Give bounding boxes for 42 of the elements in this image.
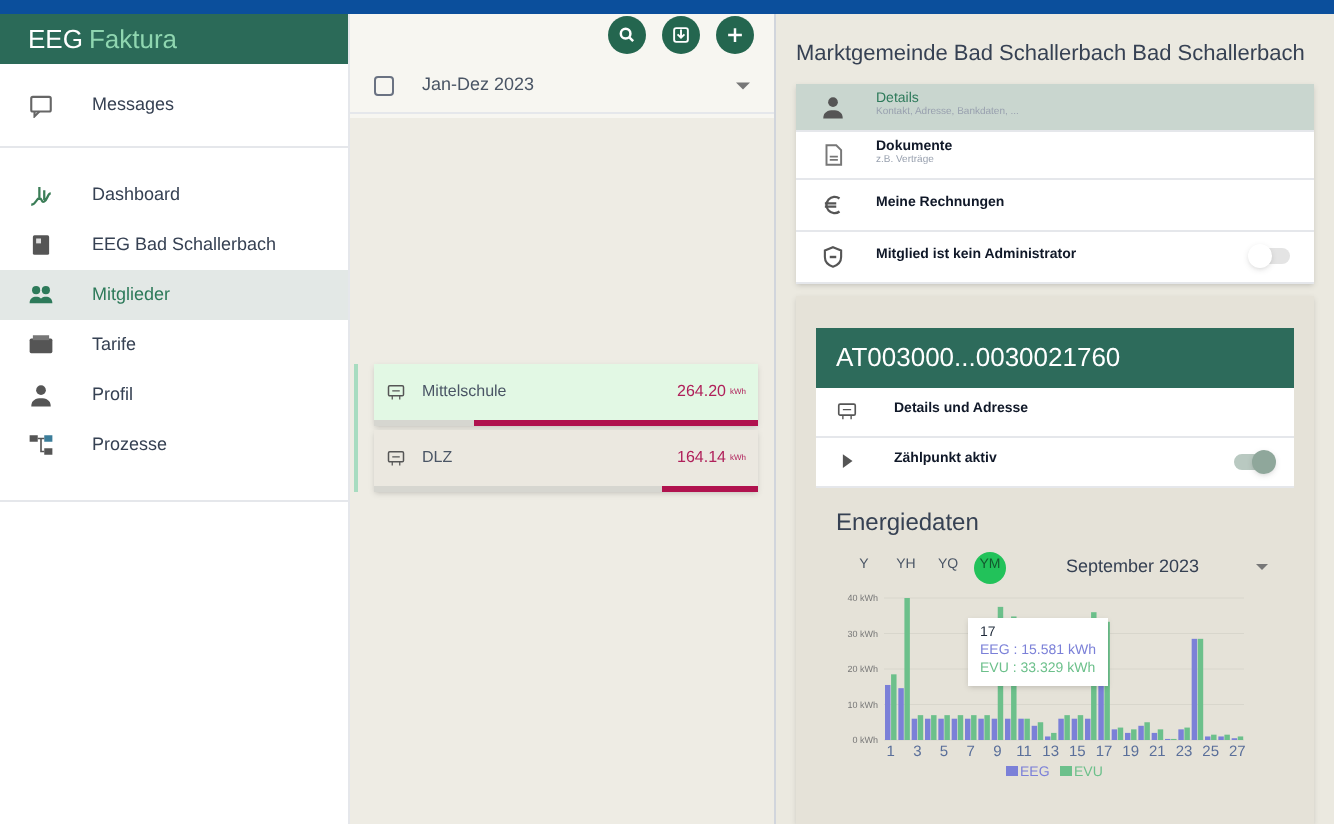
toggle-switch[interactable]: [1234, 453, 1274, 469]
search-icon: [616, 24, 638, 46]
meter-name: DLZ: [422, 446, 453, 470]
person-icon: [28, 382, 54, 408]
section-title: Energiedaten: [836, 505, 981, 539]
person-icon: [820, 93, 846, 119]
download-icon: [670, 24, 692, 46]
meter-point-title: AT003000...0030021760: [816, 327, 1294, 387]
wallet-icon: [28, 332, 54, 358]
euro-icon: [820, 191, 846, 217]
sidebar-item[interactable]: Mitglieder: [0, 270, 348, 320]
meter-value: 164.14: [677, 446, 726, 470]
app-title: EEG Faktura: [28, 21, 178, 58]
sidebar-item[interactable]: Prozesse: [0, 420, 348, 470]
building-icon: [28, 232, 54, 258]
people-icon: [28, 282, 54, 308]
flow-icon: [28, 432, 54, 458]
shield-icon: [820, 243, 846, 269]
period-label: Jan-Dez 2023: [422, 71, 535, 98]
toggle-switch[interactable]: [1250, 248, 1290, 264]
sidebar-item[interactable]: Profil: [0, 370, 348, 420]
sidebar-item[interactable]: EEG Bad Schallerbach: [0, 220, 348, 270]
month-label: September 2023: [1066, 553, 1200, 580]
document-icon: [820, 141, 846, 167]
meter-name: Mittelschule: [422, 380, 507, 404]
sidebar-item[interactable]: Tarife: [0, 320, 348, 370]
meter-icon: [386, 448, 406, 468]
caret-icon[interactable]: [736, 81, 750, 89]
caret-icon[interactable]: [1255, 564, 1268, 570]
meter-icon: [386, 382, 406, 402]
add-button[interactable]: [716, 16, 754, 54]
sidebar-item[interactable]: Dashboard: [0, 170, 348, 220]
download-button[interactable]: [662, 16, 700, 54]
search-button[interactable]: [608, 16, 646, 54]
sidebar-item[interactable]: Messages: [0, 80, 348, 130]
plus-icon: [724, 24, 746, 46]
meter-icon: [836, 400, 858, 422]
member-title: Marktgemeinde Bad Schallerbach Bad Schallerbach: [796, 40, 1307, 70]
chart-icon: [28, 182, 54, 208]
checkbox[interactable]: [374, 75, 394, 95]
meter-value: 264.20: [677, 380, 726, 404]
chat-bubble-icon: [28, 92, 54, 118]
